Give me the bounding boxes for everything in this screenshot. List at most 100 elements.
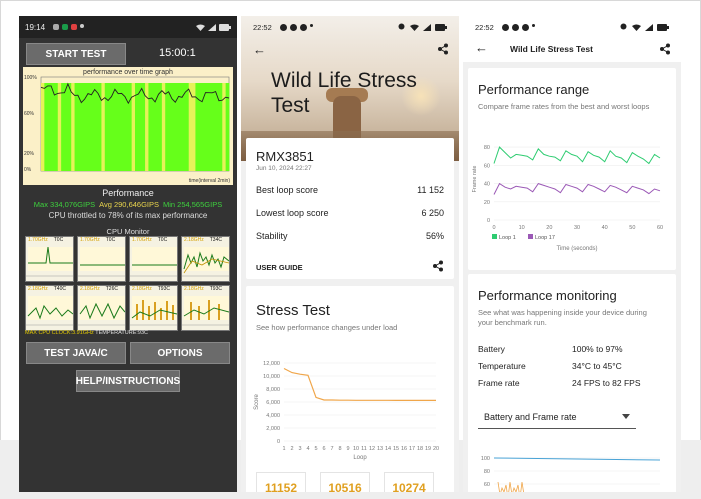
- y-tick-label: 12,000: [263, 361, 280, 367]
- signal-icon: [423, 23, 431, 31]
- performance-bar: [165, 83, 169, 171]
- performance-bar: [114, 83, 119, 171]
- performance-bar: [222, 83, 227, 171]
- performance-range-card: Performance range Compare frame rates fr…: [468, 68, 676, 270]
- share-icon[interactable]: [659, 43, 671, 55]
- x-tick-label: 2: [290, 446, 293, 452]
- legend-label: Loop 17: [535, 235, 555, 241]
- x-tick-label: 16: [401, 446, 407, 452]
- score-series-line: [283, 367, 436, 402]
- status-time: 22:52: [475, 22, 494, 32]
- stability-value: 56%: [425, 231, 444, 241]
- performance-bar: [195, 83, 200, 171]
- performance-bar: [155, 83, 159, 171]
- lowest-loop-label: Lowest loop score: [256, 208, 329, 218]
- device-name: RMX3851: [256, 149, 314, 164]
- performance-bar: [148, 83, 153, 171]
- temperature-value: 34°C to 45°C: [572, 361, 622, 371]
- stability-label: Stability: [256, 231, 288, 241]
- best-loop-label: Best loop score: [256, 185, 319, 195]
- battery-icon: [219, 23, 231, 31]
- performance-range-title: Performance range: [478, 82, 590, 97]
- back-arrow-icon[interactable]: ←: [475, 40, 488, 55]
- x-tick-label: 8: [338, 446, 341, 452]
- x-tick-label: 13: [377, 446, 383, 452]
- result-card: RMX3851 Jun 10, 2024 22:27 Best loop sco…: [246, 138, 454, 279]
- max-clock-line: MAX CPU CLOCK:3.91GHz TEMPERATURE:93C: [25, 330, 148, 336]
- y-tick-label: 2,000: [266, 426, 280, 432]
- performance-monitoring-title: Performance monitoring: [478, 288, 617, 303]
- stress-details-screen: ← Wild Life Stress Test 22:52 Performanc…: [463, 16, 681, 492]
- wifi-icon: [410, 24, 419, 31]
- battery-icon: [657, 23, 669, 31]
- performance-bar: [185, 83, 190, 171]
- x-tick-label: 30: [574, 225, 580, 231]
- performance-bar: [74, 83, 79, 171]
- series-line-1: [493, 146, 661, 165]
- cpu-core: 2.18GHz T93C: [129, 285, 178, 331]
- share-icon[interactable]: [432, 260, 444, 272]
- x-tick-label: 11: [361, 446, 367, 452]
- app-icon: [71, 24, 78, 30]
- x-tick-label: 14: [385, 446, 391, 452]
- frame-rate-line: [497, 481, 524, 492]
- performance-bar: [192, 83, 196, 171]
- y-tick-label: 80: [484, 145, 490, 151]
- y-tick-label: 80: [484, 469, 490, 475]
- user-guide-link[interactable]: USER GUIDE: [256, 263, 303, 272]
- x-tick-label: 19: [425, 446, 431, 452]
- x-axis-label: time(interval 2min): [188, 178, 230, 184]
- performance-bar: [71, 83, 75, 171]
- x-tick-label: 7: [330, 446, 333, 452]
- stress-test-subtitle: See how performance changes under load: [256, 323, 398, 332]
- hero-title: Wild Life Stress Test: [271, 69, 417, 117]
- performance-bar: [94, 83, 99, 171]
- x-tick-label: 5: [314, 446, 317, 452]
- performance-bar: [91, 83, 96, 171]
- core-graph: [78, 296, 125, 326]
- x-tick-label: 18: [417, 446, 423, 452]
- x-tick-label: 15: [393, 446, 399, 452]
- cpu-core: 1.70GHz T0C: [25, 236, 74, 282]
- cpu-monitor-title: CPU Monitor: [106, 227, 150, 236]
- result-date: Jun 10, 2024 22:27: [256, 165, 312, 172]
- notification-icons: [53, 24, 85, 30]
- options-button[interactable]: OPTIONS: [130, 342, 230, 364]
- loop-score-box: 10274: [384, 472, 434, 492]
- more-dot-icon: [309, 23, 313, 27]
- x-tick-label: 9: [346, 446, 349, 452]
- cpu-core: 2.18GHz T40C: [25, 285, 74, 331]
- performance-chart: performance over time graph 100% 60% 20%…: [23, 67, 233, 185]
- cpu-throttling-screen: 19:14 START TEST 15:00:1 performance ove…: [19, 16, 237, 492]
- y-tick-label: 100: [481, 456, 490, 462]
- best-loop-value: 11 152: [417, 185, 444, 195]
- status-icons: [196, 23, 231, 31]
- performance-bar: [44, 83, 49, 171]
- performance-bar: [135, 83, 139, 171]
- more-dot-icon: [80, 24, 85, 28]
- battery-value: 100% to 97%: [572, 344, 623, 354]
- test-java-button[interactable]: TEST JAVA/C: [26, 342, 126, 364]
- start-test-button[interactable]: START TEST: [26, 43, 126, 65]
- y-axis-label: Frame rate: [472, 166, 478, 193]
- y-tick-label: 60: [484, 163, 490, 169]
- performance-bar: [41, 83, 45, 171]
- x-tick-label: 17: [409, 446, 415, 452]
- performance-bar: [208, 83, 213, 171]
- help-button[interactable]: HELP/INSTRUCTIONS: [76, 370, 180, 392]
- legend-label: Loop 1: [499, 235, 516, 241]
- share-icon[interactable]: [437, 43, 449, 55]
- cpu-core: 1.70GHz T0C: [129, 236, 178, 282]
- gear-icon: [53, 24, 60, 30]
- performance-bar: [101, 83, 106, 171]
- lowest-loop-row: Lowest loop score 6 250: [256, 208, 444, 218]
- performance-bar: [61, 83, 65, 171]
- x-tick-label: 1: [282, 446, 285, 452]
- performance-bars: [40, 76, 230, 172]
- app-icon: [511, 23, 519, 31]
- more-dot-icon: [531, 23, 535, 27]
- metric-dropdown[interactable]: Battery and Frame rate: [478, 405, 636, 429]
- back-arrow-icon[interactable]: ←: [253, 42, 266, 57]
- dropdown-value: Battery and Frame rate: [484, 411, 577, 422]
- app-icon: [62, 24, 69, 30]
